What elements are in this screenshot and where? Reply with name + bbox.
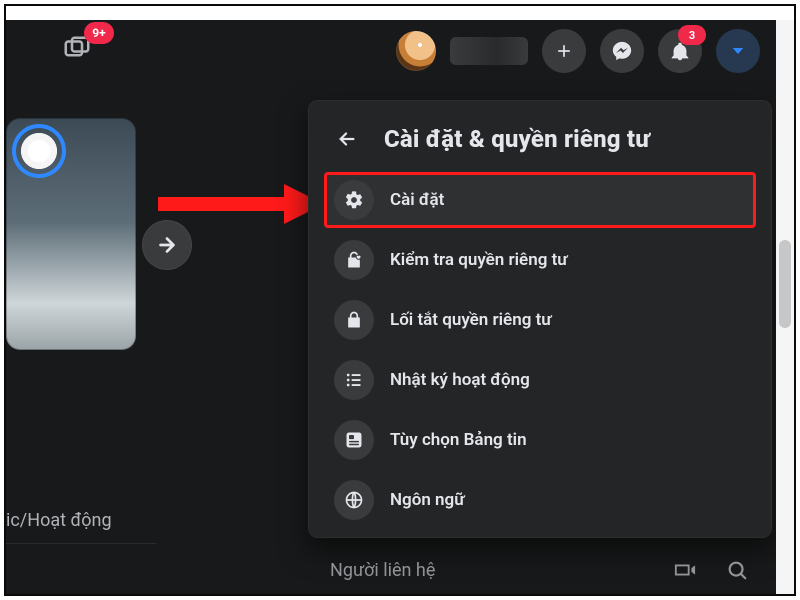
gear-icon (334, 180, 374, 220)
feed-icon (334, 420, 374, 460)
lock-icon (334, 300, 374, 340)
story-avatar-ring (16, 128, 62, 174)
menu-item-news-feed-prefs[interactable]: Tùy chọn Bảng tin (324, 412, 756, 468)
menu-item-label: Ngôn ngữ (390, 490, 465, 510)
globe-icon (334, 480, 374, 520)
account-menu-button[interactable] (716, 29, 760, 73)
annotation-arrow (156, 180, 326, 224)
notifications-button[interactable]: 3 (658, 29, 702, 73)
menu-item-privacy-shortcuts[interactable]: Lối tắt quyền riêng tư (324, 292, 756, 348)
lock-heart-icon (334, 240, 374, 280)
back-button[interactable] (328, 120, 366, 158)
browser-scrollbar[interactable] (775, 20, 794, 594)
create-button[interactable] (542, 29, 586, 73)
notifications-badge: 3 (678, 25, 706, 45)
new-room-button[interactable] (668, 553, 702, 587)
contacts-header: Người liên hệ (308, 546, 776, 594)
app-header: 9+ (6, 20, 776, 82)
profile-name-redacted (450, 37, 528, 65)
story-card[interactable] (6, 118, 136, 350)
nav-watch-tab[interactable]: 9+ (54, 26, 100, 72)
settings-dropdown: Cài đặt & quyền riêng tư Cài đặt (308, 100, 772, 538)
menu-item-label: Tùy chọn Bảng tin (390, 430, 527, 450)
list-icon (334, 360, 374, 400)
menu-item-label: Nhật ký hoạt động (390, 370, 530, 390)
menu-item-activity-log[interactable]: Nhật ký hoạt động (324, 352, 756, 408)
menu-item-label: Lối tắt quyền riêng tư (390, 310, 552, 330)
menu-item-privacy-checkup[interactable]: Kiểm tra quyền riêng tư (324, 232, 756, 288)
scrollbar-thumb[interactable] (779, 240, 791, 328)
dropdown-title: Cài đặt & quyền riêng tư (384, 125, 650, 153)
tab-activity-label: ic/Hoạt động (6, 510, 112, 531)
profile-avatar[interactable] (396, 31, 436, 71)
menu-item-label: Kiểm tra quyền riêng tư (390, 250, 568, 270)
search-contacts-button[interactable] (720, 553, 754, 587)
contacts-title: Người liên hệ (330, 560, 435, 581)
browser-chrome-top (6, 6, 776, 21)
menu-item-language[interactable]: Ngôn ngữ (324, 472, 756, 528)
menu-item-settings[interactable]: Cài đặt (324, 172, 756, 228)
tab-activity[interactable]: ic/Hoạt động (6, 497, 156, 544)
nav-watch-badge: 9+ (84, 22, 114, 44)
messenger-button[interactable] (600, 29, 644, 73)
story-next-button[interactable] (142, 220, 192, 270)
menu-item-label: Cài đặt (390, 190, 444, 210)
